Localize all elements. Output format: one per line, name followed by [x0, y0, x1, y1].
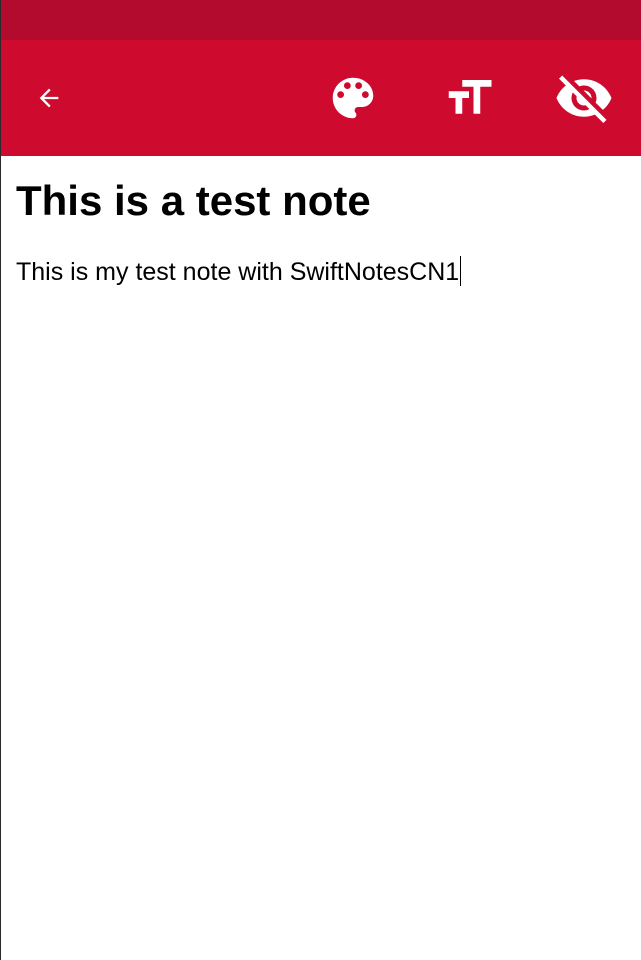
back-button[interactable]: [17, 40, 81, 156]
visibility-off-icon: [554, 68, 614, 128]
toolbar: [1, 40, 641, 156]
text-size-icon: [442, 71, 496, 125]
status-bar: [1, 0, 641, 40]
color-palette-button[interactable]: [319, 40, 387, 156]
visibility-toggle-button[interactable]: [546, 40, 622, 156]
arrow-back-icon: [35, 84, 63, 112]
note-body-field[interactable]: This is my test note with SwiftNotesCN1: [16, 254, 462, 290]
note-title-field[interactable]: This is a test note: [16, 176, 371, 226]
text-cursor: [460, 256, 462, 286]
note-body-text: This is my test note with SwiftNotesCN1: [16, 258, 460, 286]
note-editor: This is a test note This is my test note…: [1, 156, 641, 960]
palette-icon: [326, 71, 380, 125]
text-size-button[interactable]: [433, 40, 505, 156]
